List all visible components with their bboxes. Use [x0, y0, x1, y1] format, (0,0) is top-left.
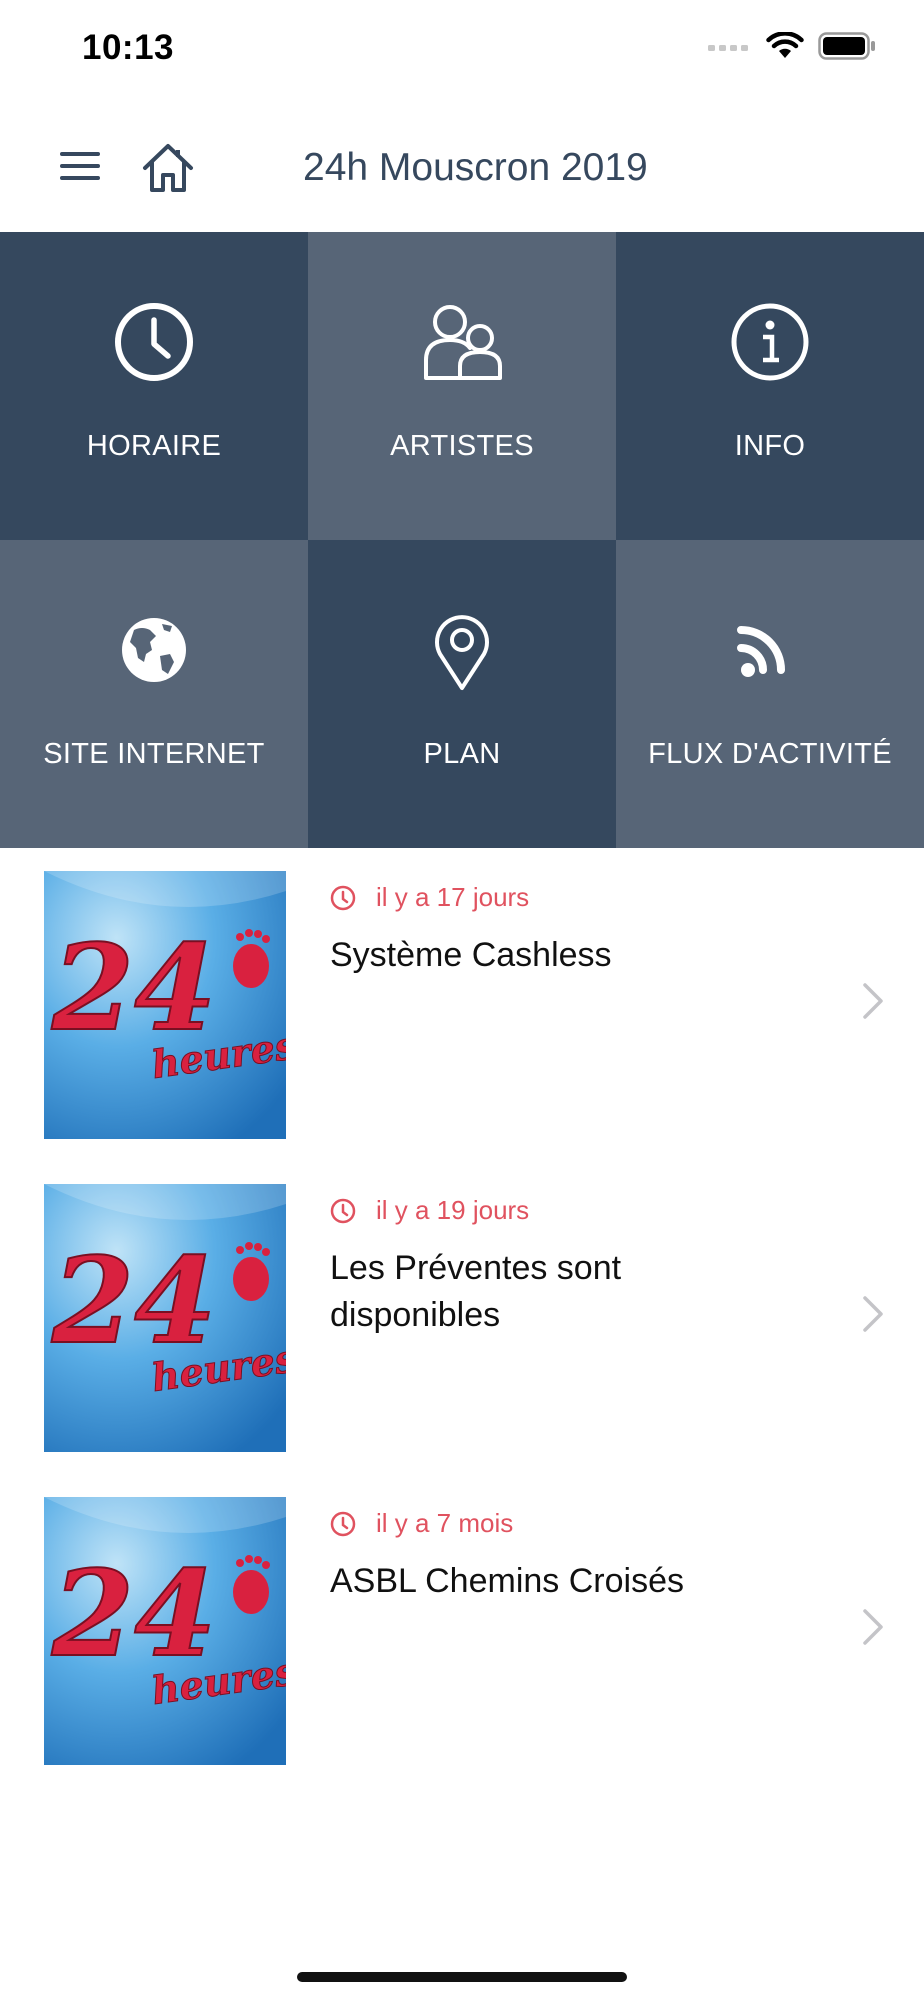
tile-plan[interactable]: PLAN [308, 540, 616, 848]
battery-icon [818, 32, 875, 60]
menu-grid: HORAIRE ARTISTES INFO SITE INTERNET PLAN… [0, 232, 924, 848]
globe-icon [112, 608, 196, 692]
thumbnail-24heures-logo: 24 heures [44, 871, 286, 1139]
clock-icon [330, 1198, 356, 1223]
tile-info[interactable]: INFO [616, 232, 924, 540]
home-button[interactable] [140, 140, 196, 196]
home-icon [143, 144, 193, 192]
clock-icon [330, 885, 356, 910]
activity-feed: 24 heures il y a 17 jours Système Cashle… [0, 848, 924, 1787]
timestamp-row: il y a 7 mois [330, 1508, 513, 1539]
tile-site-internet[interactable]: SITE INTERNET [0, 540, 308, 848]
item-title: Les Préventes sont disponibles [330, 1249, 622, 1334]
item-title: ASBL Chemins Croisés [330, 1562, 684, 1600]
tile-horaire[interactable]: HORAIRE [0, 232, 308, 540]
tile-artistes[interactable]: ARTISTES [308, 232, 616, 540]
tile-label: PLAN [423, 738, 501, 770]
page-title: 24h Mouscron 2019 [303, 146, 648, 189]
list-item[interactable]: 24 heures il y a 7 mois ASBL Chemins Cro… [0, 1474, 924, 1787]
timestamp-row: il y a 19 jours [330, 1195, 529, 1226]
clock-icon [112, 300, 196, 384]
chevron-right-icon [863, 1296, 883, 1332]
timestamp-row: il y a 17 jours [330, 882, 529, 913]
timestamp: il y a 19 jours [376, 1195, 530, 1225]
thumbnail-24heures-logo: 24 heures [44, 1184, 286, 1452]
signal-icon [708, 45, 748, 51]
chevron-right-icon [863, 1609, 883, 1645]
home-indicator[interactable] [297, 1972, 627, 1982]
menu-button[interactable] [58, 150, 106, 190]
list-item[interactable]: 24 heures il y a 17 jours Système Cashle… [0, 848, 924, 1161]
list-item[interactable]: 24 heures il y a 19 jours Les Préventes … [0, 1161, 924, 1474]
status-icons [708, 32, 876, 60]
info-icon [728, 300, 812, 384]
nav-bar: 24h Mouscron 2019 [0, 100, 924, 233]
timestamp: il y a 7 mois [376, 1508, 514, 1538]
status-bar: 10:13 [0, 0, 924, 100]
tile-label: INFO [734, 430, 806, 462]
item-title: Système Cashless [330, 936, 612, 974]
tile-label: HORAIRE [86, 430, 222, 462]
chevron-right-icon [863, 983, 883, 1019]
tile-label: ARTISTES [390, 430, 534, 462]
tile-label: FLUX D'ACTIVITÉ [648, 738, 892, 770]
status-time: 10:13 [82, 28, 175, 67]
map-pin-icon [420, 608, 504, 692]
clock-icon [330, 1511, 356, 1536]
wifi-icon [766, 32, 804, 58]
timestamp: il y a 17 jours [376, 882, 530, 912]
tile-label: SITE INTERNET [43, 738, 265, 770]
people-icon [420, 300, 504, 384]
tile-flux-activite[interactable]: FLUX D'ACTIVITÉ [616, 540, 924, 848]
rss-icon [728, 608, 812, 692]
thumbnail-24heures-logo: 24 heures [44, 1497, 286, 1765]
hamburger-icon [60, 152, 100, 180]
